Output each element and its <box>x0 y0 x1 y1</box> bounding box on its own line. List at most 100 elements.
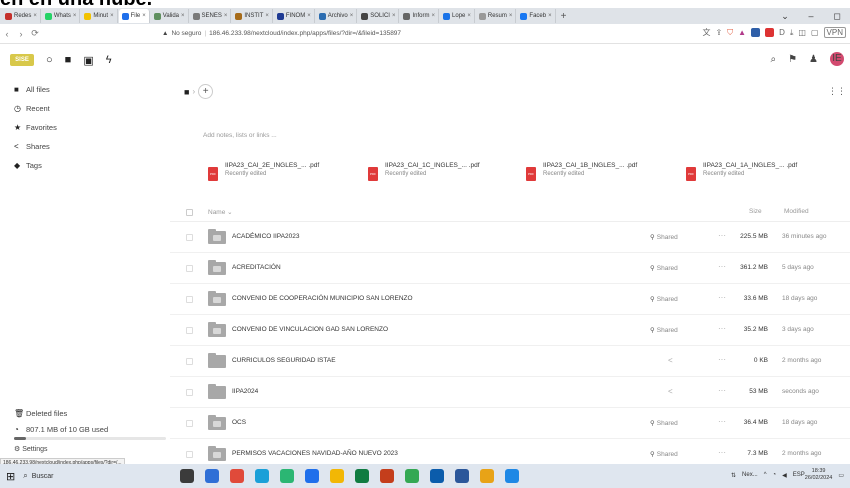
share-icon[interactable]: < <box>668 356 673 365</box>
close-icon[interactable]: × <box>73 13 77 19</box>
share-page-icon[interactable]: ⇪ <box>715 28 722 37</box>
browser-tab[interactable]: Lope × <box>440 9 475 23</box>
table-row[interactable]: ACADÉMICO IIPA2023 ⚲ Shared ··· 225.5 MB 36 m… <box>170 222 850 253</box>
taskbar-app-icon[interactable] <box>305 469 319 483</box>
shared-button[interactable]: ⚲ Shared <box>650 295 678 303</box>
shared-button[interactable]: ⚲ Shared <box>650 233 678 241</box>
table-row[interactable]: IIPA2024 < ··· 53 MB seconds ago <box>170 377 850 408</box>
browser-tab[interactable]: Inform × <box>400 9 440 23</box>
extension-blue-icon[interactable] <box>751 28 761 37</box>
file-name[interactable]: CURRICULOS SEGURIDAD ISTAE <box>232 357 336 364</box>
more-actions-icon[interactable]: ··· <box>718 262 726 271</box>
extension-d-icon[interactable]: D <box>779 28 785 37</box>
taskbar-app-icon[interactable] <box>380 469 394 483</box>
taskbar-app-icon[interactable] <box>330 469 344 483</box>
more-actions-icon[interactable]: ··· <box>718 231 726 240</box>
browser-tab[interactable]: Whats × <box>42 9 81 23</box>
browser-tab[interactable]: File × <box>118 9 150 23</box>
contacts-icon[interactable]: ♟ <box>809 54 818 65</box>
file-name[interactable]: PERMISOS VACACIONES NAVIDAD-AÑO NUEVO 20… <box>232 450 398 457</box>
shared-button[interactable]: ⚲ Shared <box>650 326 678 334</box>
search-icon[interactable]: ⌕ <box>770 54 776 65</box>
browser-tab[interactable]: Valida × <box>151 9 189 23</box>
row-checkbox[interactable] <box>186 420 193 427</box>
notes-input[interactable]: Add notes, lists or links ... <box>203 132 277 139</box>
close-icon[interactable]: × <box>110 13 114 19</box>
taskbar-app-icon[interactable] <box>355 469 369 483</box>
photos-app-icon[interactable]: ▣ <box>83 54 93 67</box>
sidebar-item-favorites[interactable]: ★ Favorites <box>0 118 170 137</box>
maximize-button[interactable]: ◻ <box>824 8 850 24</box>
sidebar-item-recent[interactable]: ◷ Recent <box>0 99 170 118</box>
file-name[interactable]: IIPA2024 <box>232 388 258 395</box>
taskbar-app-icon[interactable] <box>505 469 519 483</box>
shared-button[interactable]: ⚲ Shared <box>650 264 678 272</box>
file-name[interactable]: CONVENIO DE VINCULACION GAD SAN LORENZO <box>232 326 388 333</box>
minimize-button[interactable]: – <box>798 8 824 24</box>
download-icon[interactable]: ⤓ <box>790 28 794 38</box>
activity-icon[interactable]: ϟ <box>106 54 112 66</box>
row-checkbox[interactable] <box>186 327 193 334</box>
sidebar-toggle-icon[interactable]: ◫ <box>798 28 806 37</box>
clock[interactable]: 18:39 26/02/2024 <box>805 468 833 482</box>
sidebar-item-settings[interactable]: ⚙ Settings <box>0 445 170 455</box>
taskbar-search[interactable]: ⌕ Buscar <box>23 471 53 481</box>
file-name[interactable]: OCS <box>232 419 246 426</box>
row-checkbox[interactable] <box>186 389 193 396</box>
close-icon[interactable]: × <box>509 13 513 19</box>
browser-tab[interactable]: SENES × <box>190 9 232 23</box>
sidebar-item-deleted-files[interactable]: 🗑 Deleted files <box>0 404 170 423</box>
taskbar-app-icon[interactable] <box>180 469 194 483</box>
more-actions-icon[interactable]: ··· <box>718 293 726 302</box>
taskbar-app-icon[interactable] <box>480 469 494 483</box>
dashboard-icon[interactable]: ○ <box>46 54 53 66</box>
close-icon[interactable]: × <box>181 13 185 19</box>
sidebar-item-all-files[interactable]: ■ All files <box>0 80 170 99</box>
taskbar-app-icon[interactable] <box>405 469 419 483</box>
recent-file-card[interactable]: PDF IIPA23_CAI_1C_INGLES_... .pdf Recently… <box>368 162 480 181</box>
more-actions-icon[interactable]: ··· <box>718 448 726 457</box>
brave-shield-icon[interactable]: ⛉ <box>727 28 733 38</box>
close-icon[interactable]: × <box>265 13 269 19</box>
browser-tab[interactable]: Minut × <box>81 9 118 23</box>
forward-icon[interactable]: › <box>14 29 28 39</box>
table-row[interactable]: CONVENIO DE VINCULACION GAD SAN LORENZO ⚲… <box>170 315 850 346</box>
close-icon[interactable]: × <box>224 13 228 19</box>
rewards-icon[interactable]: ▲ <box>738 28 746 37</box>
taskbar-app-icon[interactable] <box>255 469 269 483</box>
file-name[interactable]: ACADÉMICO IIPA2023 <box>232 233 299 240</box>
row-checkbox[interactable] <box>186 234 193 241</box>
table-row[interactable]: CURRICULOS SEGURIDAD ISTAE < ··· 0 KB 2 mont… <box>170 346 850 377</box>
notifications-icon[interactable]: ⚑ <box>788 54 797 65</box>
tray-chevron-icon[interactable]: ^ <box>764 472 767 478</box>
vpn-button[interactable]: VPN <box>823 27 846 38</box>
close-icon[interactable]: × <box>33 13 37 19</box>
windows-start-icon[interactable]: ⊞ <box>6 470 15 483</box>
new-button[interactable]: + <box>198 84 214 99</box>
taskbar-app-icon[interactable] <box>205 469 219 483</box>
column-size[interactable]: Size <box>749 208 762 215</box>
file-name[interactable]: CONVENIO DE COOPERACIÓN MUNICIPIO SAN LO… <box>232 295 413 302</box>
files-app-icon[interactable]: ■ <box>65 54 72 66</box>
taskbar-window-label[interactable]: Nex... <box>742 472 758 478</box>
home-folder-icon[interactable]: ■ <box>184 87 189 97</box>
taskbar-app-icon[interactable] <box>430 469 444 483</box>
taskbar-app-icon[interactable] <box>230 469 244 483</box>
notification-center-icon[interactable]: ▭ <box>838 472 844 479</box>
language-indicator[interactable]: ESP <box>793 472 805 478</box>
more-actions-icon[interactable]: ··· <box>718 386 726 395</box>
recent-file-card[interactable]: PDF IIPA23_CAI_2E_INGLES_... .pdf Recently… <box>208 162 319 181</box>
select-all-checkbox[interactable] <box>186 209 193 216</box>
close-icon[interactable]: × <box>392 13 396 19</box>
table-row[interactable]: CONVENIO DE COOPERACIÓN MUNICIPIO SAN LO… <box>170 284 850 315</box>
sidebar-item-shares[interactable]: < Shares <box>0 137 170 156</box>
more-actions-icon[interactable]: ··· <box>718 324 726 333</box>
browser-tab[interactable]: SOLICI × <box>358 9 400 23</box>
grid-view-icon[interactable]: ⋮⋮ <box>828 86 846 97</box>
taskbar-app-icon[interactable] <box>280 469 294 483</box>
column-modified[interactable]: Modified <box>784 208 809 215</box>
window-menu-button[interactable]: ⌄ <box>772 8 798 24</box>
more-actions-icon[interactable]: ··· <box>718 355 726 364</box>
table-row[interactable]: ACREDITACIÓN ⚲ Shared ··· 361.2 MB 5 days ago <box>170 253 850 284</box>
taskbar-app-icon[interactable] <box>455 469 469 483</box>
